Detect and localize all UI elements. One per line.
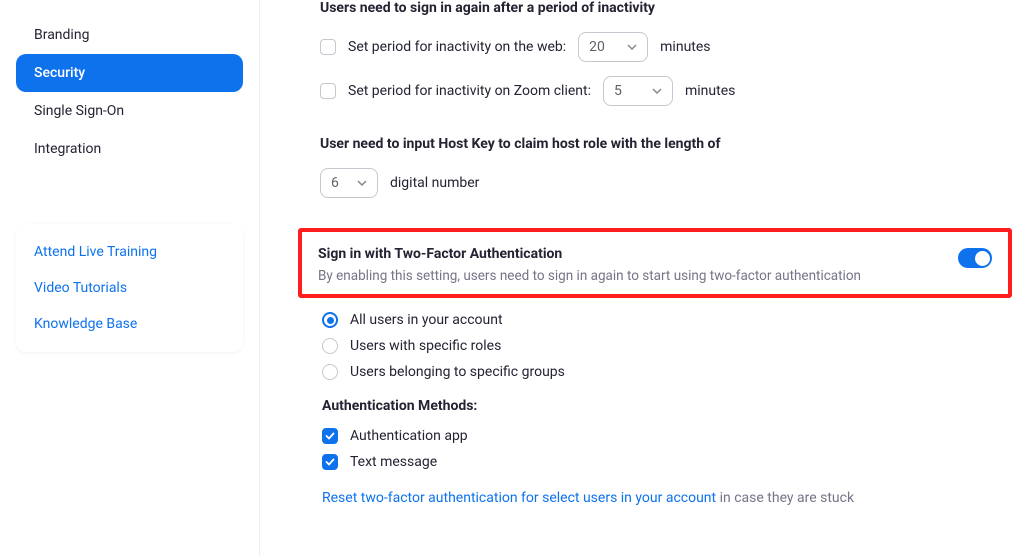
hostkey-title: User need to input Host Key to claim hos… xyxy=(320,136,1006,152)
help-link-tutorials[interactable]: Video Tutorials xyxy=(16,270,243,306)
sidebar-item-branding[interactable]: Branding xyxy=(16,16,243,54)
help-link-training[interactable]: Attend Live Training xyxy=(16,234,243,270)
inactivity-web-row: Set period for inactivity on the web: 20… xyxy=(320,32,1006,62)
inactivity-client-checkbox[interactable] xyxy=(320,83,336,99)
twofa-reset-link[interactable]: Reset two-factor authentication for sele… xyxy=(322,490,716,506)
inactivity-client-row: Set period for inactivity on Zoom client… xyxy=(320,76,1006,106)
auth-method-app-label: Authentication app xyxy=(350,428,468,444)
auth-method-text-checkbox[interactable] xyxy=(322,454,338,470)
inactivity-section: Users need to sign in again after a peri… xyxy=(320,0,1006,106)
auth-methods-title: Authentication Methods: xyxy=(322,398,1006,414)
twofa-reset-suffix: in case they are stuck xyxy=(716,490,854,506)
inactivity-title: Users need to sign in again after a peri… xyxy=(320,0,1006,16)
twofa-textcol: Sign in with Two-Factor Authentication B… xyxy=(318,246,861,284)
help-link-kb[interactable]: Knowledge Base xyxy=(16,306,243,342)
inactivity-web-unit: minutes xyxy=(660,39,710,55)
twofa-scope-groups-radio[interactable] xyxy=(322,364,338,380)
twofa-toggle[interactable] xyxy=(958,248,992,268)
auth-method-app[interactable]: Authentication app xyxy=(322,428,1006,444)
chevron-down-icon xyxy=(357,178,367,188)
inactivity-client-select[interactable]: 5 xyxy=(603,76,673,106)
twofa-scope-options: All users in your account Users with spe… xyxy=(320,312,1006,506)
twofa-section: Sign in with Two-Factor Authentication B… xyxy=(298,228,1012,298)
main-content: Users need to sign in again after a peri… xyxy=(260,0,1024,556)
hostkey-select[interactable]: 6 xyxy=(320,168,378,198)
auth-method-text-label: Text message xyxy=(350,454,437,470)
twofa-scope-groups-label: Users belonging to specific groups xyxy=(350,364,565,380)
twofa-scope-roles-label: Users with specific roles xyxy=(350,338,501,354)
sidebar-item-security[interactable]: Security xyxy=(16,54,243,92)
twofa-scope-roles[interactable]: Users with specific roles xyxy=(322,338,1006,354)
twofa-scope-all-label: All users in your account xyxy=(350,312,503,328)
twofa-scope-groups[interactable]: Users belonging to specific groups xyxy=(322,364,1006,380)
hostkey-value: 6 xyxy=(331,175,339,191)
sidebar: Branding Security Single Sign-On Integra… xyxy=(0,0,260,556)
twofa-desc: By enabling this setting, users need to … xyxy=(318,268,861,284)
hostkey-section: User need to input Host Key to claim hos… xyxy=(320,136,1006,198)
inactivity-client-unit: minutes xyxy=(685,83,735,99)
chevron-down-icon xyxy=(652,86,662,96)
auth-method-app-checkbox[interactable] xyxy=(322,428,338,444)
inactivity-client-label: Set period for inactivity on Zoom client… xyxy=(348,83,591,99)
hostkey-unit: digital number xyxy=(390,175,479,191)
chevron-down-icon xyxy=(627,42,637,52)
inactivity-web-select[interactable]: 20 xyxy=(578,32,648,62)
hostkey-row: 6 digital number xyxy=(320,168,1006,198)
inactivity-web-checkbox[interactable] xyxy=(320,39,336,55)
twofa-title: Sign in with Two-Factor Authentication xyxy=(318,246,861,262)
sidebar-help: Attend Live Training Video Tutorials Kno… xyxy=(16,224,243,352)
sidebar-item-sso[interactable]: Single Sign-On xyxy=(16,92,243,130)
twofa-scope-all[interactable]: All users in your account xyxy=(322,312,1006,328)
inactivity-web-value: 20 xyxy=(589,39,605,55)
twofa-reset-row: Reset two-factor authentication for sele… xyxy=(322,490,1006,506)
twofa-scope-roles-radio[interactable] xyxy=(322,338,338,354)
auth-method-text[interactable]: Text message xyxy=(322,454,1006,470)
inactivity-web-label: Set period for inactivity on the web: xyxy=(348,39,566,55)
sidebar-item-integration[interactable]: Integration xyxy=(16,130,243,168)
twofa-scope-all-radio[interactable] xyxy=(322,312,338,328)
sidebar-nav: Branding Security Single Sign-On Integra… xyxy=(16,10,243,174)
inactivity-client-value: 5 xyxy=(614,83,622,99)
